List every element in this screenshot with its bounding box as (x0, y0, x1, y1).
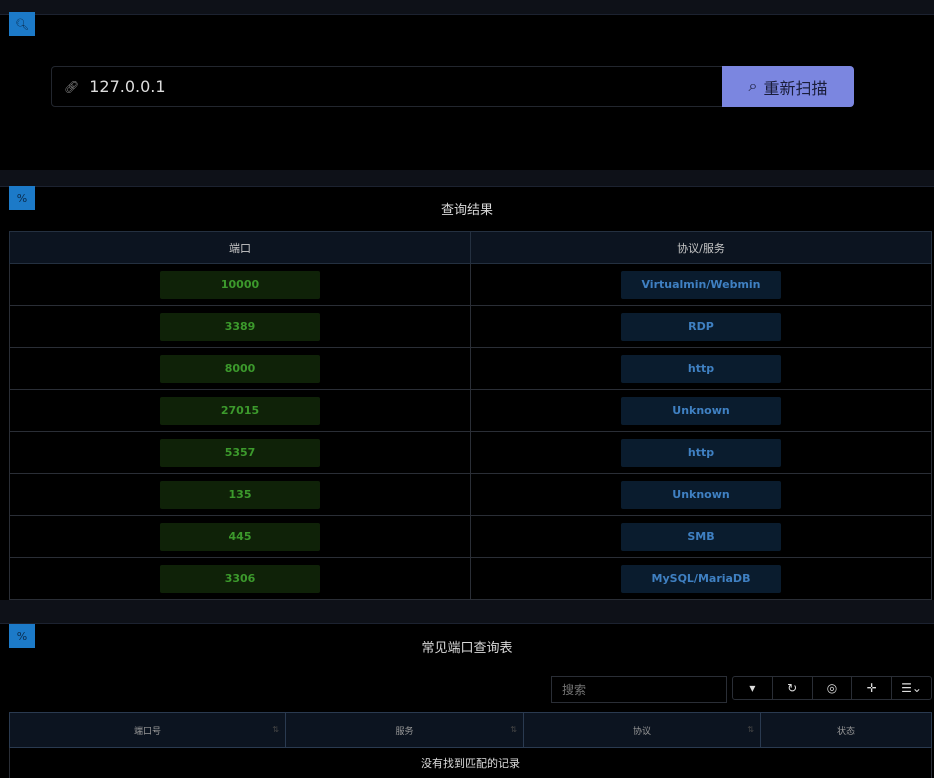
header-label: 状态 (836, 726, 855, 737)
rescan-label: 重新扫描 (763, 80, 828, 98)
header-label: 服务 (395, 726, 414, 737)
col-port: 端口 (9, 231, 471, 264)
table-row: 3306 MySQL/MariaDB (9, 557, 932, 600)
service-badge: MySQL/MariaDB (621, 564, 781, 593)
port-badge: 27015 (160, 396, 320, 425)
port-cell: 10000 (9, 263, 471, 306)
toggle-view-icon[interactable]: ◎ (813, 677, 853, 699)
refresh-icon[interactable]: ↻ (773, 677, 813, 699)
results-table: 端口 协议/服务 10000 Virtualmin/Webmin 3389 RDP 80… (9, 231, 932, 600)
reference-table: 端口号 ⇅ 服务 ⇅ 协议 ⇅ 状态 没有找到匹配的记录 (9, 712, 932, 778)
table-toolbar: ▾ ↻ ◎ ✛ ☰⌄ (732, 676, 932, 700)
port-cell: 445 (9, 515, 471, 558)
service-cell: MySQL/MariaDB (470, 557, 932, 600)
service-cell: Unknown (470, 473, 932, 516)
service-cell: RDP (470, 305, 932, 348)
divider-band (0, 170, 934, 187)
port-badge: 8000 (160, 354, 320, 383)
search-icon: ⌕ (748, 77, 758, 95)
service-badge: http (621, 354, 781, 383)
service-badge: RDP (621, 312, 781, 341)
fullscreen-move-icon[interactable]: ✛ (852, 677, 893, 699)
table-row: 27015 Unknown (9, 389, 932, 432)
sort-icon: ⇅ (747, 725, 754, 734)
col-protocol[interactable]: 协议 ⇅ (523, 712, 761, 748)
header-label: 端口号 (133, 726, 161, 737)
service-badge: Unknown (621, 396, 781, 425)
table-row: 445 SMB (9, 515, 932, 558)
header-label: 协议 (632, 726, 651, 737)
port-badge: 135 (160, 480, 320, 509)
port-cell: 3389 (9, 305, 471, 348)
toggle-icon[interactable]: ▾ (733, 677, 773, 699)
port-cell: 27015 (9, 389, 471, 432)
col-service[interactable]: 服务 ⇅ (285, 712, 524, 748)
search-input[interactable] (551, 676, 727, 703)
port-cell: 5357 (9, 431, 471, 474)
service-badge: Unknown (621, 480, 781, 509)
port-badge: 445 (160, 522, 320, 551)
service-cell: http (470, 431, 932, 474)
port-badge: 3306 (160, 564, 320, 593)
columns-dropdown-icon[interactable]: ☰⌄ (892, 677, 931, 699)
search-icon: 🔍︎ (9, 12, 35, 36)
ip-value: 127.0.0.1 (89, 77, 166, 96)
divider-band (0, 600, 934, 624)
top-band (0, 0, 934, 15)
table-row: 10000 Virtualmin/Webmin (9, 263, 932, 306)
service-cell: Virtualmin/Webmin (470, 263, 932, 306)
empty-message: 没有找到匹配的记录 (9, 747, 932, 778)
port-badge: 10000 (160, 270, 320, 299)
port-cell: 3306 (9, 557, 471, 600)
sort-icon: ⇅ (510, 725, 517, 734)
service-cell: http (470, 347, 932, 390)
rescan-button[interactable]: ⌕ 重新扫描 (722, 66, 854, 107)
service-badge: http (621, 438, 781, 467)
results-title: 查询结果 (440, 203, 493, 218)
port-cell: 135 (9, 473, 471, 516)
service-cell: Unknown (470, 389, 932, 432)
table-row: 8000 http (9, 347, 932, 390)
service-badge: Virtualmin/Webmin (621, 270, 781, 299)
service-cell: SMB (470, 515, 932, 558)
col-status[interactable]: 状态 (760, 712, 932, 748)
port-cell: 8000 (9, 347, 471, 390)
link-icon: 🔗︎ (64, 79, 80, 94)
col-service: 协议/服务 (470, 231, 932, 264)
sort-icon: ⇅ (272, 725, 279, 734)
service-badge: SMB (621, 522, 781, 551)
port-badge: 3389 (160, 312, 320, 341)
reference-title: 常见端口查询表 (421, 641, 513, 656)
table-row: 5357 http (9, 431, 932, 474)
table-row: 3389 RDP (9, 305, 932, 348)
col-port-number[interactable]: 端口号 ⇅ (9, 712, 286, 748)
ip-input[interactable]: 🔗︎ 127.0.0.1 (51, 66, 723, 107)
port-badge: 5357 (160, 438, 320, 467)
table-row: 135 Unknown (9, 473, 932, 516)
